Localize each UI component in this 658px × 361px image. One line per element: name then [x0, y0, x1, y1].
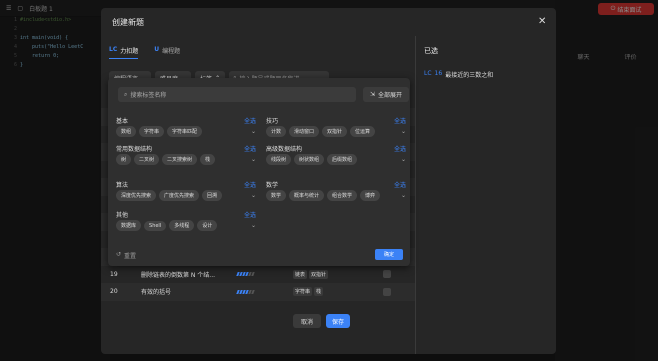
chevron-down-icon[interactable]: ⌄ — [251, 222, 256, 229]
close-icon[interactable]: ✕ — [538, 16, 546, 27]
category-name: 高级数据结构 — [266, 146, 303, 153]
reset-button[interactable]: ↺ 重置 — [116, 251, 136, 260]
tag-chip[interactable]: 二叉树 — [134, 154, 160, 165]
acceptance-bar — [233, 289, 293, 294]
tag-category: 技巧 全选计数 滑动窗口 双指针 位运算 ⌄ — [266, 116, 406, 137]
user-icon: U — [154, 46, 160, 53]
reset-icon: ↺ — [116, 251, 122, 258]
tag-chip[interactable]: 树 — [116, 154, 132, 165]
leetcode-icon: LC — [109, 46, 118, 53]
tag-chip[interactable]: 树状数组 — [294, 154, 325, 165]
selected-question-title: 最接近的三数之和 — [445, 72, 494, 79]
tab-leetcode-label: 力扣题 — [120, 48, 139, 55]
tag-category: 算法 全选深度优先搜索 广度优先搜索 回溯 ⌄ — [116, 180, 256, 201]
table-row[interactable]: 19 删除链表的倒数第 N 个结... 链表 双指针 — [101, 266, 415, 284]
leetcode-icon: LC — [424, 70, 432, 77]
question-tag: 链表 — [293, 269, 308, 279]
tag-filter-popup: ⌕ 搜索标签名称 ⇲ 全部展开 基本 全选 数组 字符串 字符串匹配 ⌄ 技巧 全选 计数 滑动窗… — [108, 78, 410, 266]
tab-programming-label: 编程题 — [162, 48, 181, 55]
cancel-button[interactable]: 取消 — [293, 314, 321, 328]
tag-chip[interactable]: 线段树 — [266, 154, 292, 165]
tag-chip[interactable]: 数据库 — [116, 220, 142, 231]
table-row[interactable]: 20 有效的括号 字符串栈 — [101, 283, 415, 301]
tag-chip[interactable]: 广度优先搜索 — [159, 190, 200, 201]
tag-category: 常用数据结构 全选树二叉树 二叉搜索树栈 ⌄ — [116, 144, 256, 165]
select-all-link[interactable]: 全选 — [244, 144, 256, 153]
select-all-link[interactable]: 全选 — [244, 180, 256, 189]
chevron-down-icon[interactable]: ⌄ — [401, 156, 406, 163]
tag-chip[interactable]: 回溯 — [202, 190, 223, 201]
select-checkbox[interactable] — [383, 287, 391, 296]
tag-chip[interactable]: 深度优先搜索 — [116, 190, 157, 201]
tag-chip[interactable]: 字符串 — [139, 126, 165, 137]
expand-all-button[interactable]: ⇲ 全部展开 — [363, 87, 409, 102]
tag-chip[interactable]: 后缀数组 — [327, 154, 358, 165]
question-tag: 栈 — [314, 287, 324, 297]
chevron-down-icon[interactable]: ⌄ — [251, 192, 256, 199]
category-name: 技巧 — [266, 118, 279, 125]
reset-label: 重置 — [124, 253, 137, 260]
question-number: 20 — [110, 288, 118, 296]
source-tabs: LC 力扣题 U 编程题 — [109, 46, 180, 59]
chevron-down-icon[interactable]: ⌄ — [251, 156, 256, 163]
selected-title: 已选 — [424, 47, 438, 55]
question-tags: 链表 双指针 — [293, 269, 383, 279]
tag-category: 其他 全选数据库 Shell 多线程 设计 ⌄ — [116, 210, 256, 231]
tag-chip[interactable]: 计数 — [266, 126, 287, 137]
select-all-link[interactable]: 全选 — [244, 210, 256, 219]
category-name: 常用数据结构 — [116, 146, 153, 153]
tag-category: 高级数据结构 全选线段树 树状数组 后缀数组 ⌄ — [266, 144, 406, 165]
chevron-down-icon[interactable]: ⌄ — [401, 192, 406, 199]
select-all-link[interactable]: 全选 — [394, 144, 406, 153]
tag-chip[interactable]: 概率与统计 — [289, 190, 325, 201]
tag-chip[interactable]: 双指针 — [322, 126, 348, 137]
question-title: 删除链表的倒数第 N 个结... — [141, 271, 216, 279]
selected-pane: 已选 LC 16 最接近的三数之和 — [415, 36, 556, 354]
modal-title: 创建新题 — [112, 18, 144, 27]
tag-chip[interactable]: 数学 — [266, 190, 287, 201]
tab-programming[interactable]: U 编程题 — [154, 46, 180, 59]
selected-question-number: 16 — [434, 70, 443, 77]
tag-category: 数学 全选 数学 概率与统计 组合数学 博弈 ⌄ — [266, 180, 406, 201]
category-name: 算法 — [116, 182, 129, 189]
tag-chip[interactable]: 数组 — [116, 126, 137, 137]
question-title: 有效的括号 — [141, 289, 172, 297]
question-tag: 字符串 — [293, 287, 313, 297]
tag-search-input[interactable]: ⌕ 搜索标签名称 — [118, 87, 356, 102]
chevron-down-icon[interactable]: ⌄ — [401, 128, 406, 135]
tab-leetcode[interactable]: LC 力扣题 — [109, 46, 139, 59]
tag-category: 基本 全选数组 字符串 字符串匹配 ⌄ — [116, 116, 256, 137]
select-all-link[interactable]: 全选 — [394, 116, 406, 125]
search-icon: ⌕ — [124, 90, 128, 98]
question-number: 19 — [110, 270, 118, 278]
tag-chip[interactable]: 组合数学 — [327, 190, 358, 201]
acceptance-bar — [233, 272, 293, 277]
expand-icon: ⇲ — [369, 91, 375, 98]
selected-question[interactable]: LC 16 最接近的三数之和 — [424, 70, 493, 79]
select-all-link[interactable]: 全选 — [244, 116, 256, 125]
tag-chip[interactable]: 博弈 — [360, 190, 381, 201]
expand-all-label: 全部展开 — [378, 92, 403, 99]
tag-chip[interactable]: Shell — [144, 220, 167, 231]
chevron-down-icon[interactable]: ⌄ — [251, 128, 256, 135]
select-all-link[interactable]: 全选 — [394, 180, 406, 189]
select-checkbox[interactable] — [383, 270, 391, 279]
tag-chip[interactable]: 多线程 — [169, 220, 195, 231]
save-button[interactable]: 保存 — [326, 314, 350, 328]
tag-chip[interactable]: 设计 — [197, 220, 218, 231]
question-tag: 双指针 — [309, 269, 329, 279]
question-tags: 字符串栈 — [293, 287, 383, 297]
category-name: 其他 — [116, 212, 129, 219]
category-name: 数学 — [266, 182, 279, 189]
category-name: 基本 — [116, 118, 129, 125]
tag-chip[interactable]: 二叉搜索树 — [162, 154, 198, 165]
confirm-button[interactable]: 确定 — [375, 249, 403, 260]
tag-chip[interactable]: 栈 — [200, 154, 216, 165]
tag-search-placeholder: 搜索标签名称 — [130, 92, 167, 99]
tag-chip[interactable]: 字符串匹配 — [167, 126, 203, 137]
tag-chip[interactable]: 滑动窗口 — [289, 126, 320, 137]
tag-chip[interactable]: 位运算 — [350, 126, 376, 137]
